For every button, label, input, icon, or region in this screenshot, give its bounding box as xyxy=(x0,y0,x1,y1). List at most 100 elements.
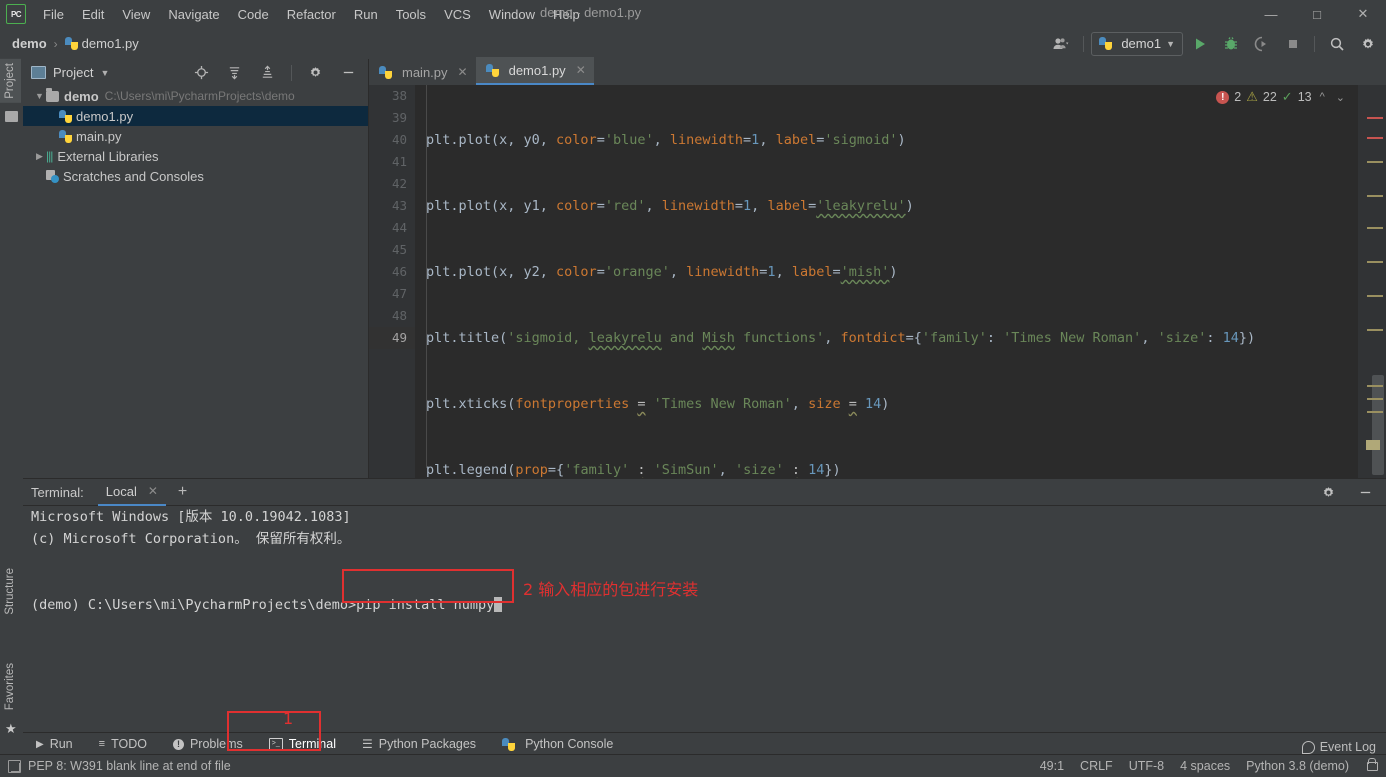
file-encoding[interactable]: UTF-8 xyxy=(1129,759,1164,773)
terminal-output[interactable]: Microsoft Windows [版本 10.0.19042.1083] (… xyxy=(23,506,1386,734)
minimize-button[interactable]: — xyxy=(1248,0,1294,28)
event-log-button[interactable]: Event Log xyxy=(1302,740,1376,754)
next-highlight-icon[interactable]: ⌄ xyxy=(1333,91,1348,104)
warning-marker[interactable] xyxy=(1367,411,1383,413)
editor-gutter[interactable]: 38 39 40 41 42 43 44 45 46 47 48 49 xyxy=(369,85,415,478)
maximize-button[interactable]: □ xyxy=(1294,0,1340,28)
run-icon[interactable] xyxy=(1185,32,1214,55)
debug-icon[interactable] xyxy=(1216,32,1245,55)
scrollbar-thumb[interactable] xyxy=(1372,375,1384,475)
close-icon[interactable]: ✕ xyxy=(148,484,158,498)
warning-marker[interactable] xyxy=(1367,295,1383,297)
python-console-icon xyxy=(502,738,515,751)
gear-icon[interactable] xyxy=(301,61,330,84)
line-number-current: 49 xyxy=(369,327,415,349)
terminal-tab-local[interactable]: Local ✕ xyxy=(98,479,166,506)
indent-setting[interactable]: 4 spaces xyxy=(1180,759,1230,773)
menu-item-vcs[interactable]: VCS xyxy=(435,4,480,25)
navigation-bar: demo › demo1.py demo1 ▼ xyxy=(0,28,1386,60)
check-count: 13 xyxy=(1298,90,1312,104)
close-button[interactable]: ✕ xyxy=(1340,0,1386,28)
error-marker[interactable] xyxy=(1367,117,1383,119)
error-marker[interactable] xyxy=(1367,137,1383,139)
tree-node-external-libraries[interactable]: ▶ ||| External Libraries xyxy=(23,146,368,166)
expand-all-icon[interactable] xyxy=(220,61,249,84)
new-terminal-tab-icon[interactable]: + xyxy=(178,483,187,501)
python-interpreter[interactable]: Python 3.8 (demo) xyxy=(1246,759,1349,773)
terminal-tools xyxy=(1314,479,1380,505)
tab-demo1-py[interactable]: demo1.py ✕ xyxy=(476,57,594,85)
line-number: 47 xyxy=(369,283,415,305)
warning-marker[interactable] xyxy=(1367,195,1383,197)
warning-marker[interactable] xyxy=(1367,161,1383,163)
caret-position[interactable]: 49:1 xyxy=(1040,759,1064,773)
python-file-icon xyxy=(59,110,72,123)
inspection-widget[interactable]: ! 2 ⚠ 22 ✓ 13 ^ ⌄ xyxy=(1216,89,1348,105)
favorites-tab-label: Favorites xyxy=(4,663,16,710)
stop-icon[interactable] xyxy=(1278,32,1307,55)
toolbar-divider-2 xyxy=(1314,36,1315,52)
menu-item-code[interactable]: Code xyxy=(229,4,278,25)
tool-button-todo[interactable]: ≡ TODO xyxy=(86,733,160,755)
hide-panel-icon[interactable] xyxy=(334,61,363,84)
caret-marker[interactable] xyxy=(1366,440,1380,450)
window-title: demo - demo1.py xyxy=(540,5,641,20)
tree-node-main-py[interactable]: main.py xyxy=(23,126,368,146)
terminal-line: (c) Microsoft Corporation。 保留所有权利。 xyxy=(23,528,1386,550)
tree-node-demo[interactable]: ▼ demo C:\Users\mi\PycharmProjects\demo xyxy=(23,86,368,106)
status-message-area: PEP 8: W391 blank line at end of file xyxy=(0,759,231,773)
tool-button-run[interactable]: ▶ Run xyxy=(23,733,86,755)
tree-node-demo1-py[interactable]: demo1.py xyxy=(23,106,368,126)
previous-highlight-icon[interactable]: ^ xyxy=(1317,91,1328,103)
sidebar-item-project[interactable]: Project xyxy=(0,59,21,103)
menu-item-window[interactable]: Window xyxy=(480,4,544,25)
line-number: 46 xyxy=(369,261,415,283)
python-file-icon xyxy=(59,130,72,143)
editor-scrollbar[interactable] xyxy=(1358,85,1386,478)
tool-button-label: Python Console xyxy=(525,737,613,751)
warning-marker[interactable] xyxy=(1367,398,1383,400)
locate-target-icon[interactable] xyxy=(187,61,216,84)
command-highlight-box xyxy=(342,569,514,603)
tab-main-py[interactable]: main.py ✕ xyxy=(369,59,476,85)
menu-item-file[interactable]: File xyxy=(34,4,73,25)
warning-marker[interactable] xyxy=(1367,329,1383,331)
toolbar-divider xyxy=(1083,36,1084,52)
chevron-down-icon[interactable]: ▼ xyxy=(100,68,109,78)
breadcrumb-file[interactable]: demo1.py xyxy=(82,36,139,51)
menu-item-edit[interactable]: Edit xyxy=(73,4,113,25)
warning-marker[interactable] xyxy=(1367,261,1383,263)
tree-node-scratches[interactable]: Scratches and Consoles xyxy=(23,166,368,186)
close-icon[interactable]: ✕ xyxy=(458,65,468,79)
run-configuration-selector[interactable]: demo1 ▼ xyxy=(1091,32,1183,56)
menu-item-view[interactable]: View xyxy=(113,4,159,25)
code-text[interactable]: plt.plot(x, y0, color='blue', linewidth=… xyxy=(415,85,1358,478)
code-editor[interactable]: 38 39 40 41 42 43 44 45 46 47 48 49 plt.… xyxy=(369,85,1386,478)
chevron-right-icon[interactable]: ▶ xyxy=(33,151,46,162)
collapse-all-icon[interactable] xyxy=(253,61,282,84)
hide-panel-icon[interactable] xyxy=(1351,481,1380,504)
user-settings-icon[interactable] xyxy=(1047,32,1076,55)
tool-button-python-packages[interactable]: ☰ Python Packages xyxy=(349,733,489,755)
coverage-icon[interactable] xyxy=(1247,32,1276,55)
project-tree: ▼ demo C:\Users\mi\PycharmProjects\demo … xyxy=(23,86,368,186)
search-everywhere-icon[interactable] xyxy=(1322,32,1351,55)
line-separator[interactable]: CRLF xyxy=(1080,759,1113,773)
close-icon[interactable]: ✕ xyxy=(576,63,586,77)
menu-item-tools[interactable]: Tools xyxy=(387,4,435,25)
chevron-down-icon[interactable]: ▼ xyxy=(33,91,46,101)
menu-item-refactor[interactable]: Refactor xyxy=(278,4,345,25)
menu-item-run[interactable]: Run xyxy=(345,4,387,25)
tool-button-python-console[interactable]: Python Console xyxy=(489,733,626,755)
warning-marker[interactable] xyxy=(1367,385,1383,387)
gear-icon[interactable] xyxy=(1314,481,1343,504)
breadcrumb-project[interactable]: demo xyxy=(12,36,47,51)
warning-marker[interactable] xyxy=(1367,227,1383,229)
menu-item-navigate[interactable]: Navigate xyxy=(159,4,228,25)
sidebar-item-structure[interactable]: Structure xyxy=(0,564,21,619)
sidebar-item-favorites[interactable]: Favorites xyxy=(0,659,21,714)
annotation-step-2: 2 输入相应的包进行安装 xyxy=(523,576,698,600)
event-log-icon xyxy=(1302,741,1315,754)
lock-icon[interactable] xyxy=(1367,762,1378,771)
settings-gear-icon[interactable] xyxy=(1353,32,1382,55)
